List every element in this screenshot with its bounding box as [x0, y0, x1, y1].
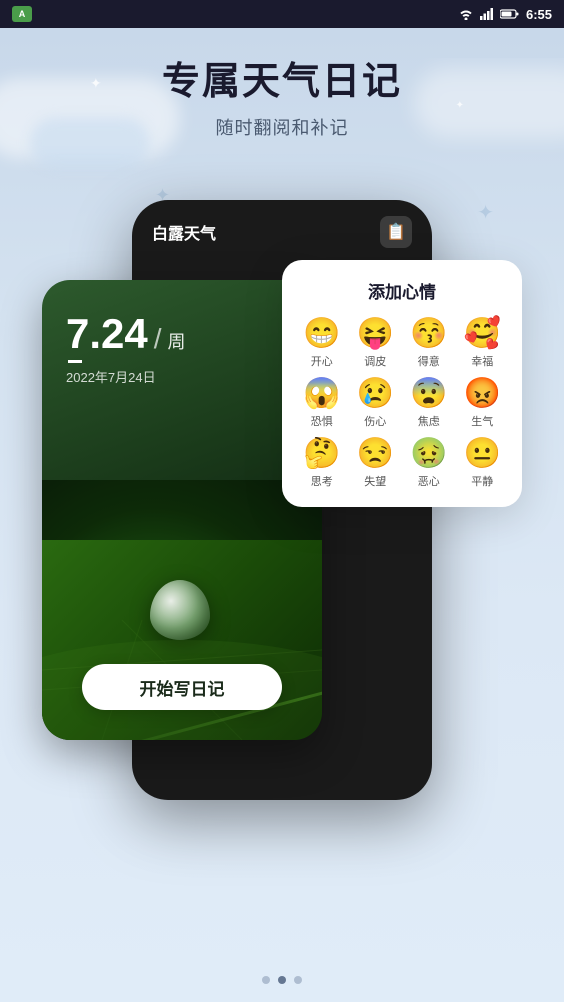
emotion-emoji-7: 😡: [464, 379, 501, 409]
signal-icon: [480, 8, 494, 20]
page-dots: [262, 976, 302, 984]
date-slash: /: [154, 323, 162, 355]
emotion-item-1[interactable]: 😝 调皮: [354, 319, 398, 369]
time-display: 6:55: [526, 7, 552, 22]
status-left-indicator: A: [12, 6, 32, 22]
emotion-item-10[interactable]: 🤢 恶心: [407, 439, 451, 489]
start-diary-button[interactable]: 开始写日记: [82, 664, 282, 710]
emotion-panel: 添加心情 😁 开心 😝 调皮 😚 得意 🥰 幸福 😱 恐惧 😢 伤心 😨 焦虑 😡 生气 🤔 思考 😒 失望 🤢 恶心 😐 平…: [282, 260, 522, 507]
phone-header: 白露天气 📋: [132, 200, 432, 264]
emotion-emoji-5: 😢: [357, 379, 394, 409]
emotion-label-9: 失望: [364, 473, 386, 489]
wifi-icon: [458, 8, 474, 20]
emotion-label-0: 开心: [311, 353, 333, 369]
emotion-label-8: 思考: [311, 473, 333, 489]
status-bar: A 6:55: [0, 0, 564, 28]
emotion-emoji-9: 😒: [357, 439, 394, 469]
main-title: 专属天气日记: [0, 60, 564, 106]
emotion-label-5: 伤心: [364, 413, 386, 429]
date-number: 7.24 / 周: [66, 310, 186, 358]
emotion-label-4: 恐惧: [311, 413, 333, 429]
dot-3[interactable]: [294, 976, 302, 984]
title-area: 专属天气日记 随时翻阅和补记: [0, 60, 564, 140]
emotion-emoji-10: 🤢: [410, 439, 447, 469]
emotion-emoji-1: 😝: [357, 319, 394, 349]
emotion-item-2[interactable]: 😚 得意: [407, 319, 451, 369]
emotion-emoji-0: 😁: [303, 319, 340, 349]
status-left-label: A: [19, 9, 26, 19]
emotion-label-1: 调皮: [364, 353, 386, 369]
date-cursor: [68, 360, 82, 363]
emotion-item-11[interactable]: 😐 平静: [461, 439, 505, 489]
emotion-label-6: 焦虑: [418, 413, 440, 429]
emotion-label-11: 平静: [471, 473, 493, 489]
emotion-item-0[interactable]: 😁 开心: [300, 319, 344, 369]
emotion-item-5[interactable]: 😢 伤心: [354, 379, 398, 429]
emotion-item-6[interactable]: 😨 焦虑: [407, 379, 451, 429]
emotion-panel-title: 添加心情: [300, 278, 504, 303]
emotion-emoji-3: 🥰: [464, 319, 501, 349]
leaf-texture: [42, 540, 322, 740]
date-full: 2022年7月24日: [66, 367, 186, 386]
sub-title: 随时翻阅和补记: [0, 114, 564, 140]
emotion-emoji-2: 😚: [410, 319, 447, 349]
status-icons: 6:55: [458, 7, 552, 22]
emotion-emoji-8: 🤔: [303, 439, 340, 469]
start-button-label: 开始写日记: [140, 675, 225, 700]
emotion-label-7: 生气: [471, 413, 493, 429]
emotion-emoji-11: 😐: [464, 439, 501, 469]
dot-2[interactable]: [278, 976, 286, 984]
emotion-grid: 😁 开心 😝 调皮 😚 得意 🥰 幸福 😱 恐惧 😢 伤心 😨 焦虑 😡 生气 🤔 思考 😒 失望 🤢 恶心 😐 平静: [300, 319, 504, 489]
emotion-item-8[interactable]: 🤔 思考: [300, 439, 344, 489]
emotion-emoji-4: 😱: [303, 379, 340, 409]
emotion-item-3[interactable]: 🥰 幸福: [461, 319, 505, 369]
emotion-emoji-6: 😨: [410, 379, 447, 409]
date-value: 7.24: [66, 310, 148, 358]
emotion-label-2: 得意: [418, 353, 440, 369]
emotion-item-7[interactable]: 😡 生气: [461, 379, 505, 429]
emotion-item-9[interactable]: 😒 失望: [354, 439, 398, 489]
app-name-label: 白露天气: [152, 220, 216, 244]
emotion-item-4[interactable]: 😱 恐惧: [300, 379, 344, 429]
phone-container: 白露天气 📋 7.24 / 周 2022年7月24日: [42, 200, 522, 880]
date-week: 周: [168, 328, 186, 354]
emotion-label-10: 恶心: [418, 473, 440, 489]
date-area: 7.24 / 周 2022年7月24日: [66, 310, 186, 386]
dot-1[interactable]: [262, 976, 270, 984]
date-nature-card: 7.24 / 周 2022年7月24日: [42, 280, 322, 740]
calendar-icon[interactable]: 📋: [380, 216, 412, 248]
battery-icon: [500, 9, 520, 19]
emotion-label-3: 幸福: [471, 353, 493, 369]
